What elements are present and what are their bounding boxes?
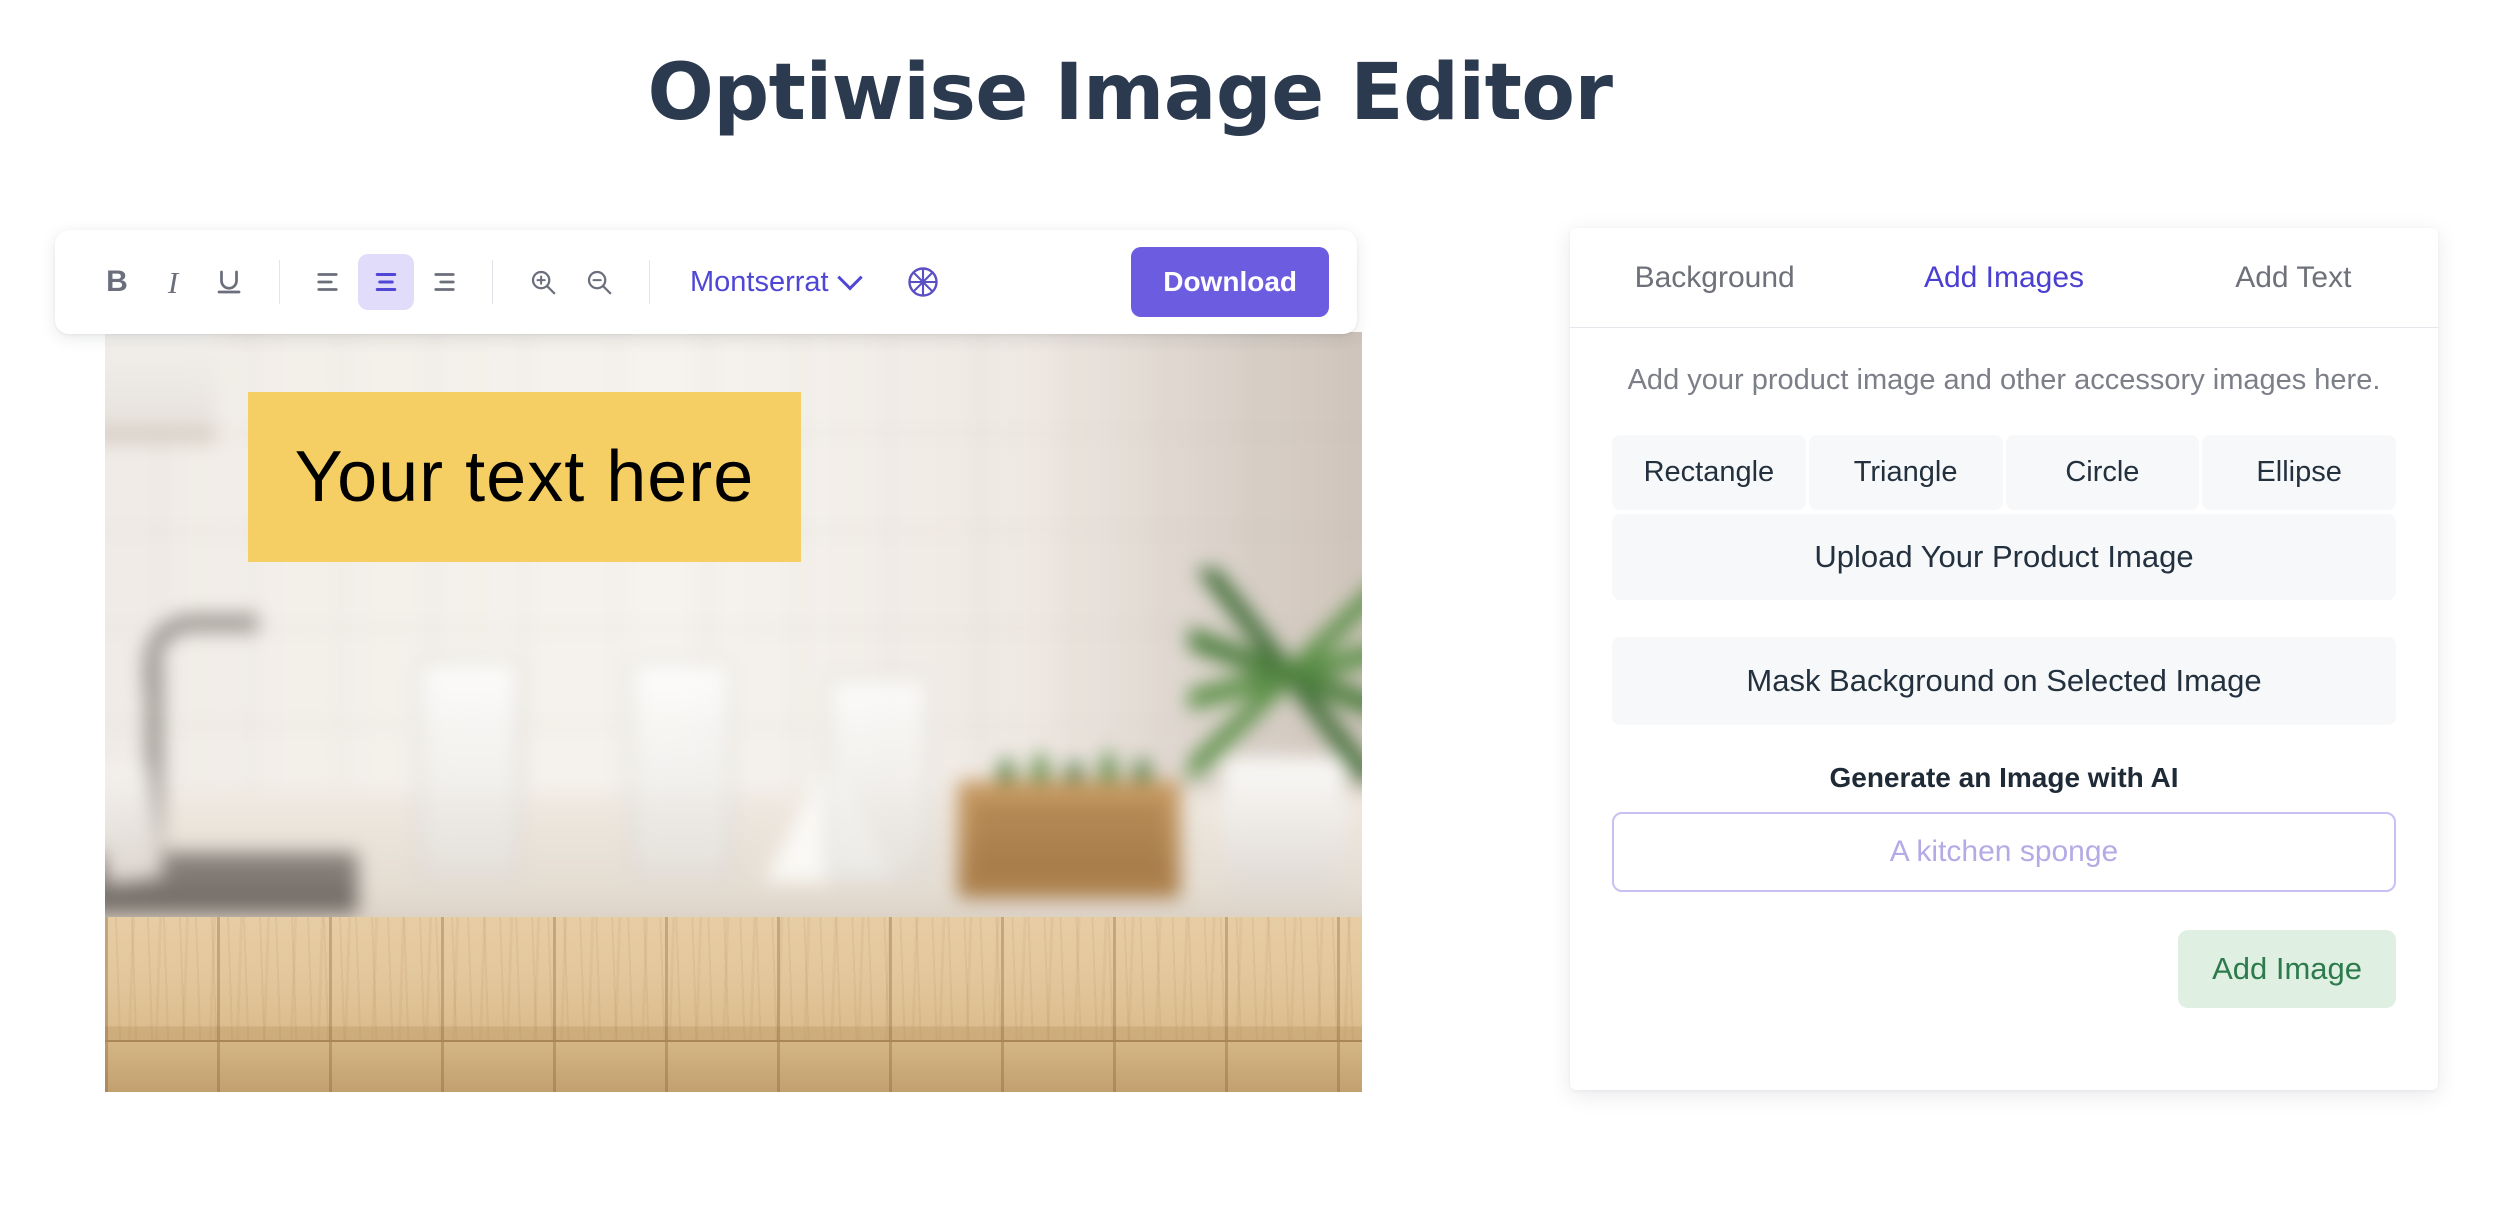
text-overlay-box[interactable]: Your text here — [248, 392, 801, 562]
editor-toolbar: B I Montserrat Download — [55, 230, 1357, 334]
shape-buttons-row: Rectangle Triangle Circle Ellipse — [1612, 435, 2396, 511]
app-root: Optiwise Image Editor B I Montserrat Dow… — [0, 0, 2498, 1222]
panel-body: Add your product image and other accesso… — [1570, 328, 2438, 1009]
bold-icon: B — [106, 265, 128, 298]
toolbar-divider-2 — [492, 260, 493, 304]
image-canvas[interactable]: Your text here — [105, 332, 1362, 1092]
panel-hint-text: Add your product image and other accesso… — [1627, 364, 2381, 396]
wood-front-edge — [105, 1040, 1362, 1092]
add-image-row: Add Image — [1612, 930, 2396, 1009]
align-center-icon — [375, 273, 397, 291]
font-family-value: Montserrat — [690, 265, 829, 298]
underline-button[interactable] — [201, 254, 257, 310]
text-style-group: B I — [89, 254, 257, 310]
toolbar-divider-3 — [649, 260, 650, 304]
wooden-crate — [957, 780, 1181, 898]
add-rectangle-button[interactable]: Rectangle — [1612, 435, 1806, 511]
white-pot — [1222, 757, 1346, 898]
wooden-table-surface — [105, 917, 1362, 1092]
color-picker-button[interactable] — [905, 264, 941, 300]
font-family-select[interactable]: Montserrat — [690, 265, 863, 299]
zoom-in-button[interactable] — [515, 254, 571, 310]
upload-product-image-button[interactable]: Upload Your Product Image — [1612, 514, 2396, 601]
tab-add-images[interactable]: Add Images — [1859, 228, 2148, 327]
mask-background-button[interactable]: Mask Background on Selected Image — [1612, 637, 2396, 726]
ai-prompt-input[interactable] — [1612, 812, 2396, 893]
text-overlay-label: Your text here — [294, 437, 755, 517]
chevron-down-icon — [836, 265, 863, 291]
editor-area: B I Montserrat Download Your text here — [55, 230, 1365, 1100]
zoom-in-icon — [531, 270, 556, 295]
alignment-group — [302, 254, 470, 310]
underline-icon — [217, 270, 241, 294]
page-title: Optiwise Image Editor — [647, 48, 1613, 138]
wood-edge-planks — [105, 1042, 1362, 1092]
italic-button[interactable]: I — [145, 254, 201, 310]
add-triangle-button[interactable]: Triangle — [1808, 435, 2003, 511]
tab-background[interactable]: Background — [1570, 228, 1859, 327]
tools-panel: Background Add Images Add Text Add your … — [1570, 228, 2438, 1090]
panel-tab-bar: Background Add Images Add Text — [1570, 228, 2438, 328]
zoom-group — [515, 254, 627, 310]
zoom-out-button[interactable] — [571, 254, 627, 310]
ai-section-label: Generate an Image with AI — [1829, 762, 2179, 794]
align-right-button[interactable] — [414, 254, 470, 310]
range-hood — [105, 332, 216, 441]
zoom-out-icon — [587, 270, 612, 295]
align-right-icon — [434, 273, 455, 291]
tab-add-text[interactable]: Add Text — [2149, 228, 2438, 327]
download-button[interactable]: Download — [1131, 247, 1329, 317]
plant-in-crate — [964, 642, 1177, 802]
potted-plant — [1188, 568, 1362, 781]
add-ellipse-button[interactable]: Ellipse — [2202, 435, 2396, 511]
italic-icon: I — [167, 264, 179, 300]
align-center-button[interactable] — [358, 254, 414, 310]
glassware — [629, 658, 733, 882]
add-circle-button[interactable]: Circle — [2005, 435, 2200, 511]
toolbar-divider-1 — [279, 260, 280, 304]
bold-button[interactable]: B — [89, 254, 145, 310]
color-wheel-icon — [907, 267, 938, 297]
align-left-icon — [317, 273, 338, 291]
align-left-button[interactable] — [302, 254, 358, 310]
glassware — [826, 674, 931, 882]
glassware — [417, 658, 521, 882]
add-image-button[interactable]: Add Image — [2178, 930, 2396, 1009]
